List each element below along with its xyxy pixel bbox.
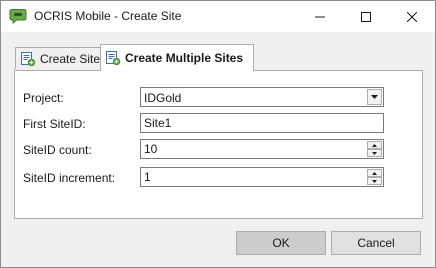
first-siteid-input[interactable] bbox=[141, 114, 383, 132]
chevron-down-icon bbox=[372, 179, 377, 183]
siteid-increment-input[interactable] bbox=[141, 168, 367, 186]
first-siteid-label: First SiteID: bbox=[23, 117, 86, 131]
chevron-down-icon bbox=[371, 95, 378, 99]
minimize-icon bbox=[315, 16, 325, 17]
chevron-down-icon bbox=[372, 151, 377, 155]
maximize-icon bbox=[361, 11, 371, 22]
dialog-window: OCRIS Mobile - Create Site Create Site C… bbox=[0, 0, 436, 268]
tab-create-site[interactable]: Create Site bbox=[15, 47, 101, 69]
spin-buttons bbox=[367, 141, 382, 157]
siteid-count-input[interactable] bbox=[141, 140, 367, 158]
chevron-up-icon bbox=[372, 171, 377, 175]
window-title: OCRIS Mobile - Create Site bbox=[34, 9, 182, 23]
minimize-button[interactable] bbox=[297, 1, 343, 32]
cancel-button[interactable]: Cancel bbox=[331, 231, 421, 255]
project-value: IDGold bbox=[144, 91, 182, 105]
first-siteid-field[interactable] bbox=[140, 113, 384, 133]
tab-label: Create Multiple Sites bbox=[125, 51, 244, 65]
tab-create-multiple-sites[interactable]: Create Multiple Sites bbox=[100, 44, 254, 71]
speech-bubble-icon bbox=[9, 9, 27, 24]
close-button[interactable] bbox=[389, 1, 435, 32]
decrement-button[interactable] bbox=[367, 149, 382, 157]
project-select[interactable]: IDGold bbox=[140, 87, 384, 107]
dropdown-button[interactable] bbox=[367, 89, 382, 105]
maximize-button[interactable] bbox=[343, 1, 389, 32]
close-icon bbox=[407, 11, 417, 22]
site-add-icon bbox=[21, 51, 36, 66]
ok-button[interactable]: OK bbox=[236, 231, 326, 255]
increment-button[interactable] bbox=[367, 169, 382, 177]
siteid-increment-stepper[interactable] bbox=[140, 167, 384, 187]
project-label: Project: bbox=[23, 91, 64, 105]
increment-button[interactable] bbox=[367, 141, 382, 149]
chevron-up-icon bbox=[372, 143, 377, 147]
title-bar[interactable]: OCRIS Mobile - Create Site bbox=[1, 1, 435, 32]
siteid-count-stepper[interactable] bbox=[140, 139, 384, 159]
site-add-icon bbox=[106, 51, 121, 66]
siteid-increment-label: SiteID increment: bbox=[23, 171, 116, 185]
decrement-button[interactable] bbox=[367, 177, 382, 185]
siteid-count-label: SiteID count: bbox=[23, 143, 92, 157]
tab-label: Create Site bbox=[40, 51, 101, 66]
spin-buttons bbox=[367, 169, 382, 185]
